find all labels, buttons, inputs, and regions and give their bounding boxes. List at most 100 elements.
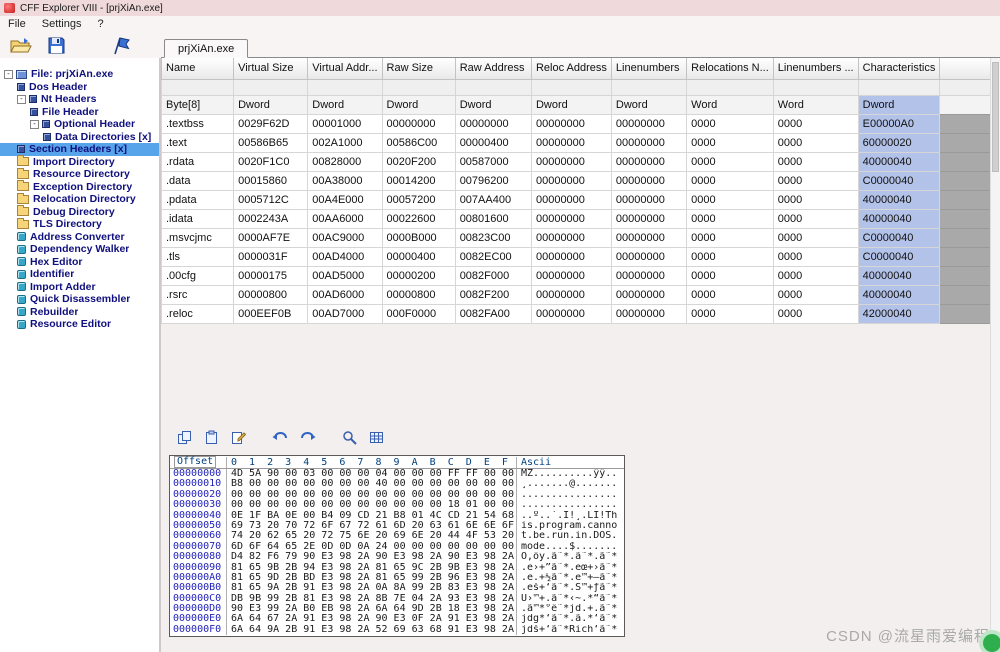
header-raw-address[interactable]: Raw Address [455,58,531,79]
cell-linenumbers[interactable]: 00000000 [611,133,686,152]
tree-item-identifier[interactable]: Identifier [0,268,159,281]
cell-linenumbers[interactable]: Dword [611,95,686,114]
cell-linenumbers[interactable]: 0000 [773,190,858,209]
cell-raw-size[interactable]: 0020F200 [382,152,455,171]
cell-relocations-n[interactable] [687,79,774,95]
cell-raw-size[interactable]: 00022600 [382,209,455,228]
cell-characteristics[interactable] [858,79,940,95]
cell-raw-address[interactable] [455,79,531,95]
cell-raw-size[interactable] [382,79,455,95]
copy-icon[interactable] [177,430,192,445]
cell-relocations-n[interactable]: 0000 [687,247,774,266]
cell-relocations-n[interactable]: 0000 [687,285,774,304]
cell-raw-address[interactable]: 00000400 [455,133,531,152]
cell-characteristics[interactable]: C0000040 [858,171,940,190]
cell-name[interactable]: .rsrc [162,285,234,304]
cell-reloc-address[interactable]: 00000000 [531,266,611,285]
cell-characteristics[interactable]: 40000040 [858,152,940,171]
cell-linenumbers[interactable] [611,79,686,95]
cell-linenumbers[interactable]: 00000000 [611,190,686,209]
cell-characteristics[interactable]: 40000040 [858,285,940,304]
cell-characteristics[interactable]: E00000A0 [858,114,940,133]
cell-virtual-size[interactable]: Dword [234,95,308,114]
cell-raw-address[interactable]: 00587000 [455,152,531,171]
cell-linenumbers[interactable]: 0000 [773,266,858,285]
cell-characteristics[interactable]: Dword [858,95,940,114]
cell-linenumbers[interactable]: 00000000 [611,228,686,247]
cell-name[interactable]: .pdata [162,190,234,209]
tree-item-quick-disassembler[interactable]: Quick Disassembler [0,293,159,306]
cell-characteristics[interactable]: 60000020 [858,133,940,152]
header-name[interactable]: Name [162,58,234,79]
cell-raw-size[interactable]: 00000200 [382,266,455,285]
cell-virtual-addr[interactable]: 00001000 [308,114,382,133]
cell-reloc-address[interactable]: 00000000 [531,171,611,190]
cell-relocations-n[interactable]: 0000 [687,266,774,285]
cell-name[interactable]: Byte[8] [162,95,234,114]
cell-relocations-n[interactable]: Word [687,95,774,114]
cell-characteristics[interactable]: C0000040 [858,247,940,266]
hex-ascii[interactable]: .e›+”ã˜*.eœ+›ã˜* [516,563,624,573]
cell-characteristics[interactable]: C0000040 [858,228,940,247]
cell-linenumbers[interactable]: 00000000 [611,114,686,133]
cell-virtual-size[interactable]: 0020F1C0 [234,152,308,171]
cell-raw-address[interactable]: 0082F200 [455,285,531,304]
tree-item-resource-directory[interactable]: Resource Directory [0,168,159,181]
cell-relocations-n[interactable]: 0000 [687,171,774,190]
cell-linenumbers[interactable]: 00000000 [611,152,686,171]
cell-raw-address[interactable]: 00801600 [455,209,531,228]
cell-linenumbers[interactable]: 0000 [773,247,858,266]
cell-virtual-addr[interactable]: 00AD6000 [308,285,382,304]
cell-name[interactable]: .00cfg [162,266,234,285]
header-raw-size[interactable]: Raw Size [382,58,455,79]
tree-item-rebuilder[interactable]: Rebuilder [0,306,159,319]
open-file-icon[interactable] [10,37,32,54]
cell-virtual-size[interactable]: 00000800 [234,285,308,304]
tree-item-import-adder[interactable]: Import Adder [0,281,159,294]
header-relocations-n[interactable]: Relocations N... [687,58,774,79]
hex-ascii[interactable]: jdg*‘ã˜*.ã.*‘ã˜* [516,614,624,624]
tab-prjxian-exe[interactable]: prjXiAn.exe [164,39,248,58]
cell-name[interactable]: .textbss [162,114,234,133]
cell-name[interactable]: .idata [162,209,234,228]
cell-raw-address[interactable]: 0082F000 [455,266,531,285]
undo-icon[interactable] [272,431,288,445]
cell-reloc-address[interactable]: 00000000 [531,209,611,228]
collapse-icon[interactable]: - [17,95,26,104]
save-file-icon[interactable] [48,37,65,54]
hex-ascii[interactable]: .e.+½ã˜*.e™+–ã˜* [516,573,624,583]
menu-settings[interactable]: Settings [34,18,90,30]
hex-ascii[interactable]: ¸.......@....... [516,479,624,489]
cell-relocations-n[interactable]: 0000 [687,190,774,209]
cell-virtual-addr[interactable]: 00AA6000 [308,209,382,228]
header-characteristics[interactable]: Characteristics [858,58,940,79]
cell-virtual-size[interactable]: 00586B65 [234,133,308,152]
cell-virtual-addr[interactable]: 00AD5000 [308,266,382,285]
cell-reloc-address[interactable]: 00000000 [531,114,611,133]
cell-virtual-addr[interactable]: 00AD4000 [308,247,382,266]
cell-raw-size[interactable]: 00000000 [382,114,455,133]
hex-bytes[interactable]: 00 00 00 00 00 00 00 00 00 00 00 00 18 0… [226,500,516,510]
cell-name[interactable]: .reloc [162,304,234,323]
cell-reloc-address[interactable] [531,79,611,95]
hex-ascii[interactable]: .ã™*°ë˜*jd.+.ã˜* [516,604,624,614]
hex-ascii[interactable]: ................ [516,490,624,500]
cell-virtual-size[interactable]: 00015860 [234,171,308,190]
tree-item-section-headers-x[interactable]: Section Headers [x] [0,143,159,156]
hex-editor[interactable]: Offset 0 1 2 3 4 5 6 7 8 9 A B C D E F A… [169,455,625,637]
cell-reloc-address[interactable]: 00000000 [531,304,611,323]
cell-raw-size[interactable]: 00000400 [382,247,455,266]
tree-item-dos-header[interactable]: Dos Header [0,81,159,94]
cell-name[interactable]: .rdata [162,152,234,171]
cell-linenumbers[interactable]: 00000000 [611,285,686,304]
cell-linenumbers[interactable]: 00000000 [611,171,686,190]
header-virtual-size[interactable]: Virtual Size [234,58,308,79]
cell-raw-size[interactable]: 00000800 [382,285,455,304]
hex-ascii[interactable]: MZ..........ÿÿ.. [516,469,624,479]
cell-relocations-n[interactable]: 0000 [687,228,774,247]
hex-ascii[interactable]: is.program.canno [516,521,624,531]
cell-raw-size[interactable]: 00586C00 [382,133,455,152]
vertical-scrollbar[interactable] [990,58,1000,652]
cell-linenumbers[interactable]: 00000000 [611,209,686,228]
tree-item-import-directory[interactable]: Import Directory [0,156,159,169]
